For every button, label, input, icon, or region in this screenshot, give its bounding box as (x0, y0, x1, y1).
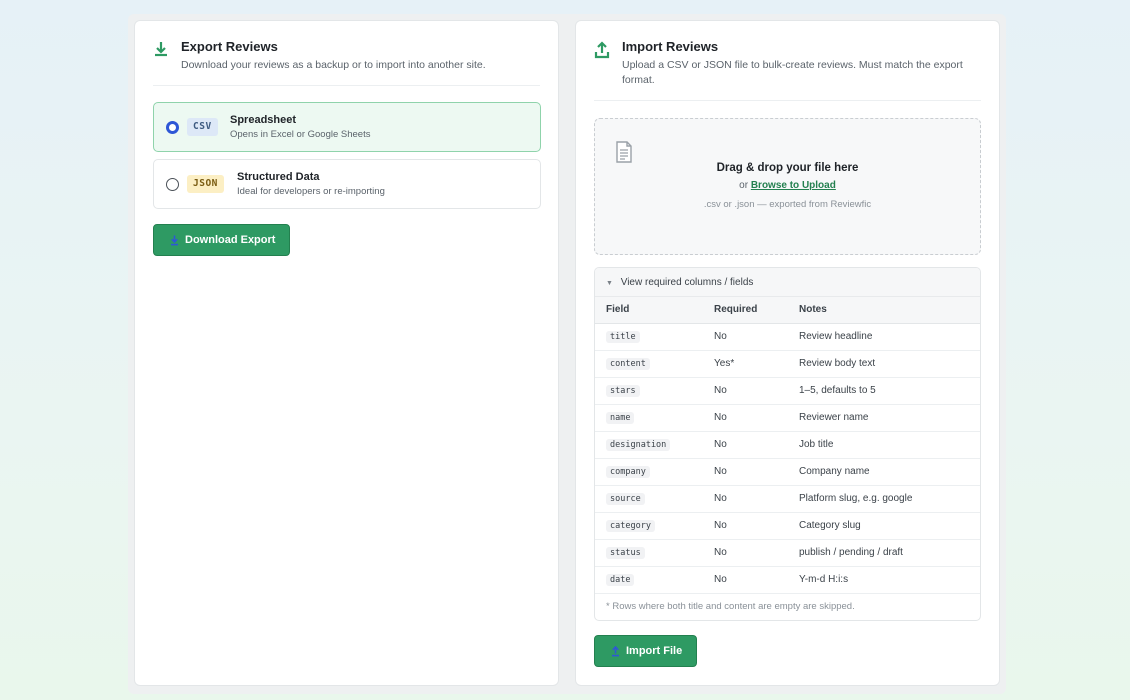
columns-summary-toggle[interactable]: ▼ View required columns / fields (595, 268, 980, 297)
import-file-button[interactable]: Import File (594, 635, 698, 667)
import-title: Import Reviews (622, 39, 719, 54)
table-row: category No Category slug (595, 512, 980, 540)
field-code: name (606, 412, 635, 424)
required-cell: No (714, 323, 799, 351)
download-button-icon (171, 235, 178, 245)
json-radio[interactable] (166, 178, 179, 191)
required-cell: No (714, 404, 799, 432)
columns-table: Field Required Notes title No Review headl… (595, 297, 980, 594)
import-divider (594, 100, 981, 101)
required-cell: No (714, 539, 799, 567)
file-icon (616, 141, 632, 163)
download-export-button[interactable]: Download Export (153, 224, 291, 256)
table-row: title No Review headline (595, 323, 980, 351)
field-code: source (606, 493, 645, 505)
export-divider (153, 85, 540, 86)
file-dropzone[interactable]: Drag & drop your file here or Browse to … (594, 118, 981, 255)
required-cell: No (714, 377, 799, 405)
required-columns-details: ▼ View required columns / fields Field R… (594, 267, 981, 621)
field-code: designation (606, 439, 671, 451)
table-row: content Yes* Review body text (595, 350, 980, 378)
field-code: content (606, 358, 650, 370)
export-header: Export Reviews Download your reviews as … (153, 39, 540, 73)
disclosure-triangle-icon: ▼ (606, 280, 613, 287)
csv-option-title: Spreadsheet (230, 114, 297, 126)
browse-upload-link[interactable]: Browse to Upload (751, 180, 836, 191)
header-required: Required (714, 297, 799, 324)
notes-cell: Platform slug, e.g. google (799, 485, 980, 513)
field-code: category (606, 520, 655, 532)
csv-option-desc: Opens in Excel or Google Sheets (230, 129, 371, 140)
header-notes: Notes (799, 297, 980, 324)
field-code: stars (606, 385, 640, 397)
notes-cell: Review body text (799, 350, 980, 378)
dropzone-or-line: or Browse to Upload (595, 180, 980, 191)
json-option-desc: Ideal for developers or re-importing (237, 186, 385, 197)
field-code: company (606, 466, 650, 478)
download-export-label: Download Export (185, 234, 276, 246)
columns-footnote: * Rows where both title and content are … (606, 600, 855, 612)
import-subtitle: Upload a CSV or JSON file to bulk-create… (622, 59, 963, 86)
dropzone-or: or (739, 180, 749, 191)
json-tag: JSON (187, 175, 224, 193)
table-row: status No publish / pending / draft (595, 539, 980, 567)
required-cell: No (714, 458, 799, 486)
upload-button-icon (612, 645, 619, 656)
dropzone-hint: .csv or .json — exported from Reviewfic (703, 199, 872, 210)
required-cell: No (714, 566, 799, 594)
field-code: date (606, 574, 635, 586)
csv-radio[interactable] (166, 121, 179, 134)
notes-cell: 1–5, defaults to 5 (799, 377, 980, 405)
format-option-json[interactable]: JSON Structured Data Ideal for developer… (153, 159, 541, 209)
json-option-title: Structured Data (237, 171, 320, 183)
notes-cell: Category slug (799, 512, 980, 540)
notes-cell: Company name (799, 458, 980, 486)
import-file-label: Import File (626, 645, 683, 657)
required-cell: No (714, 485, 799, 513)
import-panel: Import Reviews Upload a CSV or JSON file… (575, 20, 1000, 686)
required-cell: No (714, 512, 799, 540)
notes-cell: publish / pending / draft (799, 539, 980, 567)
table-row: company No Company name (595, 458, 980, 486)
export-title: Export Reviews (181, 39, 278, 54)
import-header: Import Reviews Upload a CSV or JSON file… (594, 39, 981, 88)
download-icon (155, 42, 167, 57)
field-code: title (606, 331, 640, 343)
table-row: source No Platform slug, e.g. google (595, 485, 980, 513)
table-row: date No Y-m-d H:i:s (595, 566, 980, 594)
upload-icon (594, 41, 610, 59)
notes-cell: Reviewer name (799, 404, 980, 432)
csv-tag: CSV (187, 118, 218, 136)
field-code: status (606, 547, 645, 559)
required-cell: Yes* (714, 350, 799, 378)
notes-cell: Review headline (799, 323, 980, 351)
export-panel: Export Reviews Download your reviews as … (134, 20, 559, 686)
export-import-container: Export Reviews Download your reviews as … (128, 14, 1006, 694)
export-subtitle: Download your reviews as a backup or to … (181, 59, 486, 71)
table-row: stars No 1–5, defaults to 5 (595, 377, 980, 405)
notes-cell: Y-m-d H:i:s (799, 566, 980, 594)
table-row: name No Reviewer name (595, 404, 980, 432)
dropzone-title: Drag & drop your file here (716, 162, 859, 174)
columns-header-row: Field Required Notes (595, 297, 980, 324)
notes-cell: Job title (799, 431, 980, 459)
table-row: designation No Job title (595, 431, 980, 459)
required-cell: No (714, 431, 799, 459)
format-option-csv[interactable]: CSV Spreadsheet Opens in Excel or Google… (153, 102, 541, 152)
columns-summary-label: View required columns / fields (620, 277, 754, 288)
header-field: Field (595, 297, 714, 324)
